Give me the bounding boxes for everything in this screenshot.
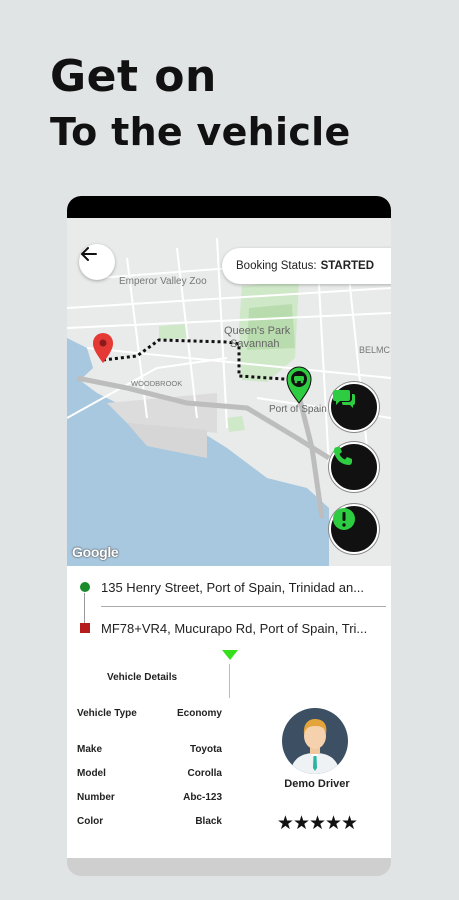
pickup-dot-icon xyxy=(80,582,90,592)
booking-status-pill: Booking Status: STARTED xyxy=(222,248,391,284)
vehicle-row-value: Abc-123 xyxy=(183,792,222,803)
chat-button[interactable] xyxy=(329,382,379,432)
headline-line-1: Get on xyxy=(50,51,217,102)
route-connector xyxy=(84,593,85,623)
vehicle-row-key: Color xyxy=(77,816,104,827)
map-label-woodbrook: WOODBROOK xyxy=(131,379,182,388)
chat-icon xyxy=(333,390,355,408)
vehicle-row-value: Economy xyxy=(176,708,222,719)
vehicle-row-value: Toyota xyxy=(189,744,222,755)
back-button[interactable] xyxy=(79,244,115,280)
google-logo: Google xyxy=(72,544,119,560)
driver-avatar xyxy=(282,708,348,774)
vehicle-details-panel: Vehicle Details Vehicle Type Economy Mak… xyxy=(67,650,391,858)
vehicle-row-key: Number xyxy=(77,792,115,803)
vehicle-details-title: Vehicle Details xyxy=(107,672,178,683)
alert-button[interactable] xyxy=(329,504,379,554)
headline-line-2: To the vehicle xyxy=(50,110,351,154)
details-divider xyxy=(229,664,230,698)
vehicle-row-value: Black xyxy=(195,816,222,827)
car-pin-icon xyxy=(286,366,312,404)
vehicle-row-value: Corolla xyxy=(187,768,222,779)
vehicle-row-key: Model xyxy=(77,768,106,779)
panel-indicator-icon xyxy=(222,650,238,660)
map-label-belmont: BELMC xyxy=(359,345,391,355)
map-label-port: Port of Spain xyxy=(269,404,327,415)
call-button[interactable] xyxy=(329,442,379,492)
alert-icon xyxy=(333,508,355,530)
address-panel: 135 Henry Street, Port of Spain, Trinida… xyxy=(67,566,391,651)
booking-status-value: STARTED xyxy=(320,260,375,272)
pickup-address[interactable]: 135 Henry Street, Port of Spain, Trinida… xyxy=(101,580,387,595)
map-label-park2: Savannah xyxy=(230,338,280,350)
map-view[interactable]: Emperor Valley Zoo Queen's Park Savannah… xyxy=(67,218,391,566)
map-label-zoo: Emperor Valley Zoo xyxy=(119,276,207,287)
headline: Get on To the vehicle xyxy=(50,55,351,154)
back-arrow-icon xyxy=(81,247,97,261)
dropoff-square-icon xyxy=(80,623,90,633)
dropoff-address[interactable]: MF78+VR4, Mucurapo Rd, Port of Spain, Tr… xyxy=(101,621,387,636)
status-bar xyxy=(67,196,391,218)
phone-icon xyxy=(334,447,352,465)
vehicle-row-key: Make xyxy=(77,744,103,755)
driver-rating-stars: ★★★★★ xyxy=(276,812,358,834)
address-divider xyxy=(101,606,386,607)
booking-status-label: Booking Status: xyxy=(236,260,317,272)
vehicle-row-key: Vehicle Type xyxy=(77,708,137,719)
phone-screen: Emperor Valley Zoo Queen's Park Savannah… xyxy=(67,196,391,876)
driver-name: Demo Driver xyxy=(284,778,350,790)
map-label-park1: Queen's Park xyxy=(224,325,291,337)
